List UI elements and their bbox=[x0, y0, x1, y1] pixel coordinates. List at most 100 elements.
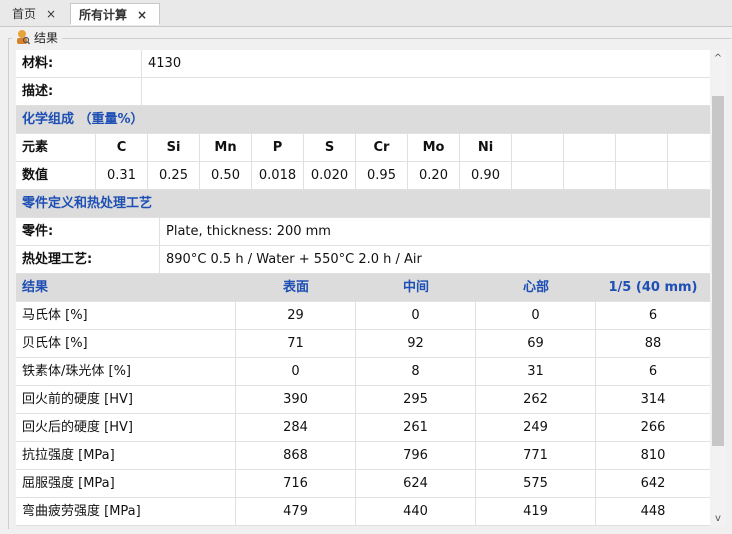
close-icon[interactable]: × bbox=[137, 8, 147, 22]
result-value: 295 bbox=[356, 386, 476, 413]
element-value: 0.018 bbox=[252, 162, 304, 189]
result-value: 642 bbox=[640, 476, 666, 491]
results-table: 材料: 4130 描述: 化学组成 （重量%） 元素 C Si Mn P S C… bbox=[16, 50, 710, 526]
part-section-title: 零件定义和热处理工艺 bbox=[16, 190, 710, 218]
result-row: 回火前的硬度 [HV] 390 295 262 314 bbox=[16, 386, 710, 414]
result-value: 261 bbox=[356, 414, 476, 441]
result-value: 390 bbox=[236, 386, 356, 413]
result-row-label: 回火前的硬度 [HV] bbox=[16, 386, 236, 413]
tab-bar: 首页 × 所有计算 × bbox=[0, 0, 732, 27]
element-value: 0.20 bbox=[408, 162, 460, 189]
group-title: 结果 bbox=[34, 31, 59, 45]
description-label: 描述: bbox=[16, 78, 142, 105]
tab-all-calculations-label: 所有计算 bbox=[79, 8, 128, 22]
result-row-label: 弯曲疲劳强度 [MPa] bbox=[16, 498, 236, 525]
result-row: 回火后的硬度 [HV] 284 261 249 266 bbox=[16, 414, 710, 442]
part-row: 零件: Plate, thickness: 200 mm bbox=[16, 218, 710, 246]
result-value: 419 bbox=[476, 498, 596, 525]
result-value: 314 bbox=[640, 392, 666, 407]
result-row: 抗拉强度 [MPa] 868 796 771 810 bbox=[16, 442, 710, 470]
result-value: 575 bbox=[476, 470, 596, 497]
element-symbol: Mn bbox=[200, 134, 252, 161]
description-value bbox=[142, 78, 710, 105]
result-row-label: 回火后的硬度 [HV] bbox=[16, 414, 236, 441]
results-header-row: 结果 表面 中间 心部 1/5 (40 mm) bbox=[16, 274, 710, 302]
result-value: 448 bbox=[640, 504, 666, 519]
element-value: 0.020 bbox=[304, 162, 356, 189]
result-value: 868 bbox=[236, 442, 356, 469]
element-symbol: Si bbox=[148, 134, 200, 161]
result-value: 31 bbox=[476, 358, 596, 385]
element-value: 0.25 bbox=[148, 162, 200, 189]
result-value: 771 bbox=[476, 442, 596, 469]
heat-treatment-row: 热处理工艺: 890°C 0.5 h / Water + 550°C 2.0 h… bbox=[16, 246, 710, 274]
result-row-label: 贝氏体 [%] bbox=[16, 330, 236, 357]
material-row: 材料: 4130 bbox=[16, 50, 710, 78]
material-label: 材料: bbox=[16, 50, 142, 77]
result-value: 810 bbox=[640, 448, 666, 463]
element-symbol: S bbox=[304, 134, 356, 161]
result-value: 266 bbox=[640, 420, 666, 435]
material-value: 4130 bbox=[148, 56, 182, 71]
result-row-label: 屈服强度 [MPa] bbox=[16, 470, 236, 497]
result-value: 284 bbox=[236, 414, 356, 441]
result-value: 440 bbox=[356, 498, 476, 525]
close-icon[interactable]: × bbox=[46, 7, 56, 21]
group-legend: 结果 bbox=[12, 28, 63, 48]
empty-cell bbox=[616, 162, 668, 189]
result-value: 262 bbox=[476, 386, 596, 413]
result-value: 8 bbox=[356, 358, 476, 385]
result-value: 0 bbox=[236, 358, 356, 385]
scroll-down-icon[interactable]: v bbox=[710, 512, 726, 526]
scroll-up-icon[interactable]: ^ bbox=[710, 52, 726, 66]
column-header-core: 心部 bbox=[522, 280, 549, 295]
tab-home-label: 首页 bbox=[12, 7, 37, 21]
result-value: 479 bbox=[236, 498, 356, 525]
empty-cell bbox=[564, 134, 616, 161]
result-value: 6 bbox=[648, 308, 658, 323]
result-value: 71 bbox=[236, 330, 356, 357]
result-value: 624 bbox=[356, 470, 476, 497]
heat-treatment-label: 热处理工艺: bbox=[16, 246, 160, 273]
chem-value-row: 数值 0.31 0.25 0.50 0.018 0.020 0.95 0.20 … bbox=[16, 162, 710, 190]
result-row: 铁素体/珠光体 [%] 0 8 31 6 bbox=[16, 358, 710, 386]
description-row: 描述: bbox=[16, 78, 710, 106]
result-value: 0 bbox=[356, 302, 476, 329]
vertical-scrollbar[interactable]: ^ v bbox=[710, 50, 726, 526]
result-row: 弯曲疲劳强度 [MPa] 479 440 419 448 bbox=[16, 498, 710, 526]
empty-cell bbox=[616, 134, 668, 161]
element-symbol: Mo bbox=[408, 134, 460, 161]
result-value: 92 bbox=[356, 330, 476, 357]
part-value: Plate, thickness: 200 mm bbox=[166, 224, 331, 239]
part-label: 零件: bbox=[16, 218, 160, 245]
result-row: 屈服强度 [MPa] 716 624 575 642 bbox=[16, 470, 710, 498]
column-header-middle: 中间 bbox=[402, 280, 429, 295]
element-value: 0.90 bbox=[460, 162, 512, 189]
result-row: 马氏体 [%] 29 0 0 6 bbox=[16, 302, 710, 330]
tab-home[interactable]: 首页 × bbox=[4, 3, 70, 25]
empty-cell bbox=[512, 162, 564, 189]
element-value: 0.50 bbox=[200, 162, 252, 189]
result-row-label: 抗拉强度 [MPa] bbox=[16, 442, 236, 469]
tab-all-calculations[interactable]: 所有计算 × bbox=[70, 3, 160, 25]
result-value: 716 bbox=[236, 470, 356, 497]
scrollbar-thumb[interactable] bbox=[712, 96, 724, 446]
result-value: 796 bbox=[356, 442, 476, 469]
chem-header-row: 元素 C Si Mn P S Cr Mo Ni bbox=[16, 134, 710, 162]
result-row-label: 马氏体 [%] bbox=[16, 302, 236, 329]
column-header-surface: 表面 bbox=[282, 280, 309, 295]
empty-cell bbox=[668, 134, 710, 161]
result-row: 贝氏体 [%] 71 92 69 88 bbox=[16, 330, 710, 358]
element-symbol: Ni bbox=[460, 134, 512, 161]
column-header-fifth: 1/5 (40 mm) bbox=[608, 280, 698, 295]
result-row-label: 铁素体/珠光体 [%] bbox=[16, 358, 236, 385]
empty-cell bbox=[512, 134, 564, 161]
result-value: 69 bbox=[476, 330, 596, 357]
heat-treatment-value: 890°C 0.5 h / Water + 550°C 2.0 h / Air bbox=[166, 252, 422, 267]
result-value: 6 bbox=[648, 364, 658, 379]
element-symbol: C bbox=[96, 134, 148, 161]
result-value: 0 bbox=[476, 302, 596, 329]
results-header-label: 结果 bbox=[22, 280, 49, 295]
result-value: 249 bbox=[476, 414, 596, 441]
empty-cell bbox=[564, 162, 616, 189]
